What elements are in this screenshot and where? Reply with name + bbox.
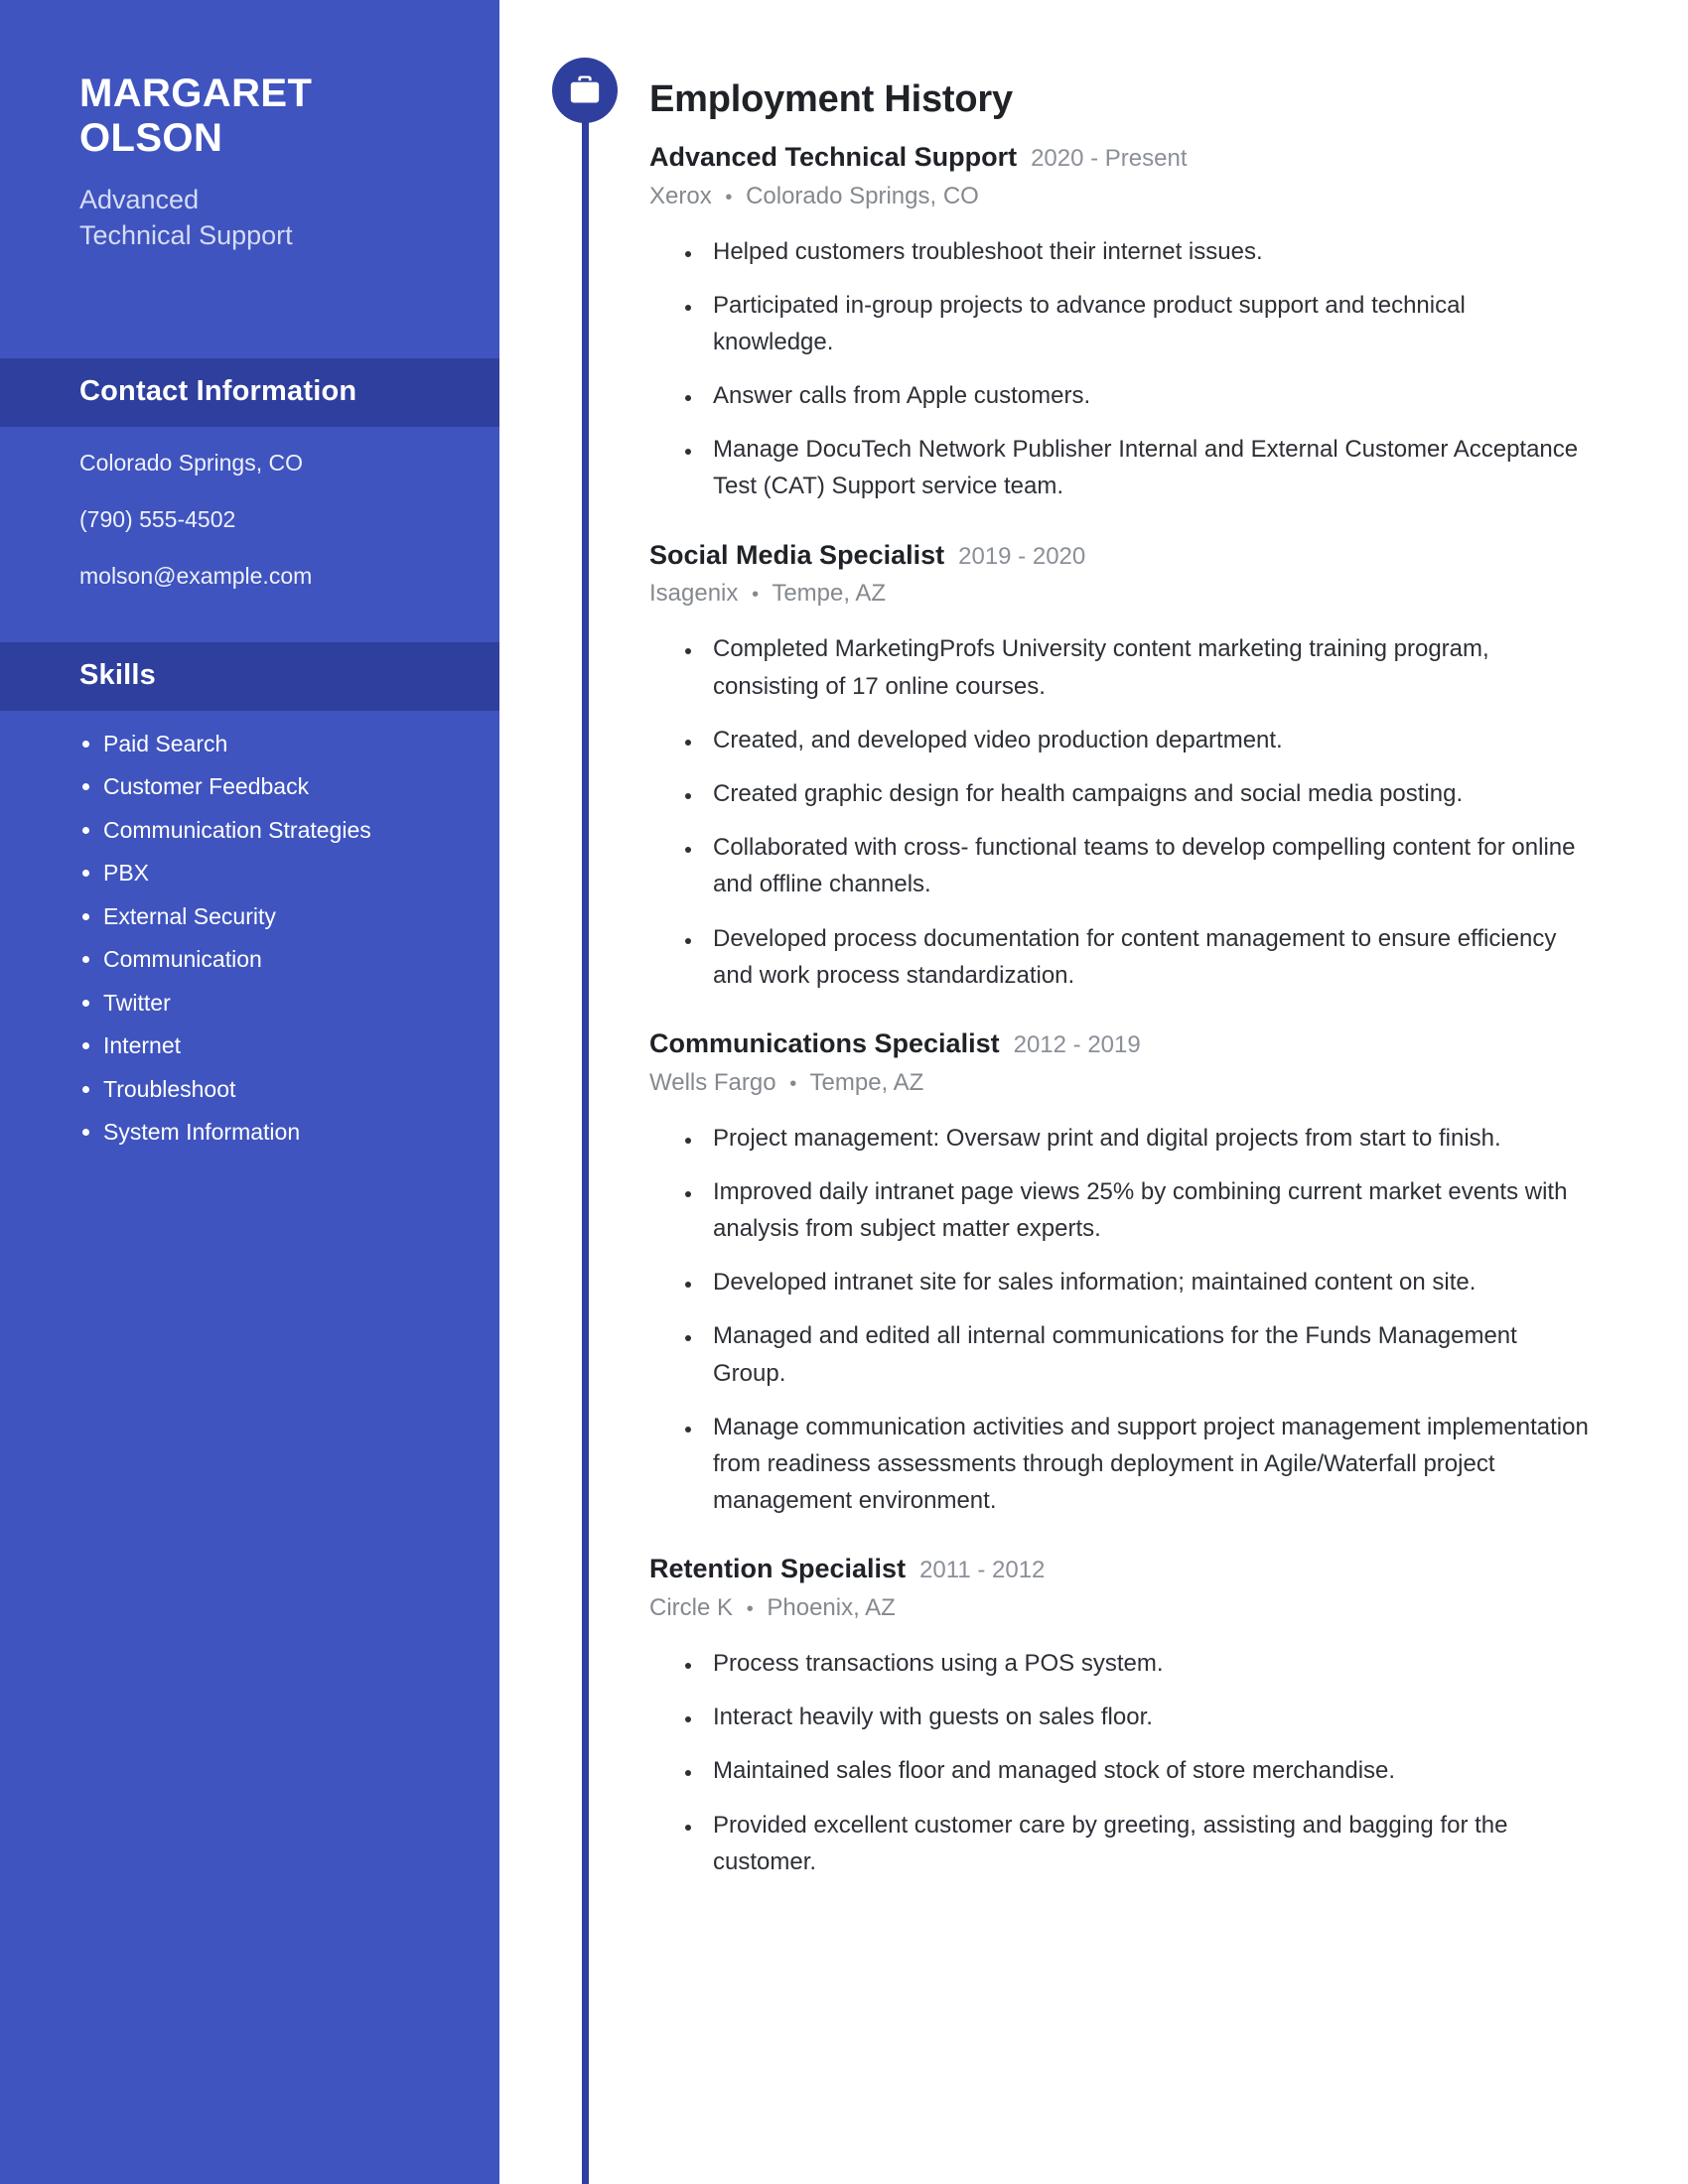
job-bullet: Answer calls from Apple customers. [703, 377, 1589, 414]
job-entry: Communications Specialist 2012 - 2019 We… [649, 1027, 1589, 1519]
separator-dot: • [752, 584, 760, 607]
skill-item: Paid Search [103, 730, 422, 758]
job-bullets: Process transactions using a POS system.… [649, 1645, 1589, 1880]
job-bullet: Created, and developed video production … [703, 722, 1589, 758]
job-entry: Retention Specialist 2011 - 2012 Circle … [649, 1553, 1589, 1880]
job-bullets: Project management: Oversaw print and di… [649, 1120, 1589, 1520]
skill-item: Twitter [103, 989, 422, 1018]
job-company: Xerox [649, 182, 712, 209]
job-dates: 2012 - 2019 [1013, 1030, 1141, 1058]
skills-heading: Skills [79, 659, 156, 691]
skill-item: Communication [103, 945, 422, 974]
job-bullet: Interact heavily with guests on sales fl… [703, 1699, 1589, 1735]
job-bullets: Helped customers troubleshoot their inte… [649, 233, 1589, 505]
job-headline: Advanced Technical Support 2020 - Presen… [649, 141, 1589, 175]
job-location: Tempe, AZ [809, 1068, 924, 1096]
job-bullet: Project management: Oversaw print and di… [703, 1120, 1589, 1157]
job-meta: Isagenix • Tempe, AZ [649, 579, 1589, 609]
job-company: Wells Fargo [649, 1068, 776, 1096]
contact-email: molson@example.com [79, 563, 313, 589]
job-bullet: Manage DocuTech Network Publisher Intern… [703, 431, 1589, 504]
job-meta: Wells Fargo • Tempe, AZ [649, 1068, 1589, 1098]
job-location: Tempe, AZ [772, 580, 887, 608]
job-bullet: Participated in-group projects to advanc… [703, 287, 1589, 360]
job-bullet: Developed process documentation for cont… [703, 920, 1589, 994]
skill-item: Communication Strategies [103, 816, 422, 845]
job-headline: Communications Specialist 2012 - 2019 [649, 1027, 1589, 1061]
job-headline: Retention Specialist 2011 - 2012 [649, 1553, 1589, 1586]
skill-item: Customer Feedback [103, 772, 422, 801]
job-bullet: Developed intranet site for sales inform… [703, 1264, 1589, 1300]
contact-list: Colorado Springs, CO (790) 555-4502 mols… [0, 452, 499, 621]
contact-information-heading: Contact Information [79, 375, 357, 407]
job-bullet: Completed MarketingProfs University cont… [703, 630, 1589, 704]
identity-block: MARGARET OLSON Advanced Technical Suppor… [0, 0, 499, 254]
candidate-role-line1: Advanced [79, 185, 200, 215]
job-bullets: Completed MarketingProfs University cont… [649, 630, 1589, 994]
job-title: Social Media Specialist [649, 539, 945, 570]
job-company: Isagenix [649, 580, 739, 608]
job-bullet: Collaborated with cross- functional team… [703, 829, 1589, 902]
job-entry: Social Media Specialist 2019 - 2020 Isag… [649, 539, 1589, 994]
skills-header: Skills [0, 642, 499, 711]
job-bullet: Helped customers troubleshoot their inte… [703, 233, 1589, 270]
skill-item: External Security [103, 902, 422, 931]
job-bullet: Provided excellent customer care by gree… [703, 1807, 1589, 1880]
job-meta: Circle K • Phoenix, AZ [649, 1593, 1589, 1623]
skill-item: System Information [103, 1118, 422, 1147]
job-meta: Xerox • Colorado Springs, CO [649, 182, 1589, 211]
skill-item: Internet [103, 1031, 422, 1060]
job-bullet: Created graphic design for health campai… [703, 775, 1589, 812]
job-location: Phoenix, AZ [767, 1594, 896, 1622]
skill-item: Troubleshoot [103, 1075, 422, 1104]
job-entry: Advanced Technical Support 2020 - Presen… [649, 141, 1589, 505]
job-title: Communications Specialist [649, 1027, 1000, 1058]
job-title: Advanced Technical Support [649, 141, 1018, 172]
contact-location: Colorado Springs, CO [79, 450, 303, 476]
main-content: Employment History Advanced Technical Su… [649, 0, 1589, 1897]
job-headline: Social Media Specialist 2019 - 2020 [649, 539, 1589, 573]
separator-dot: • [725, 186, 733, 208]
job-bullet: Manage communication activities and supp… [703, 1409, 1589, 1520]
contact-phone: (790) 555-4502 [79, 506, 236, 532]
job-title: Retention Specialist [649, 1554, 907, 1584]
contact-information-header: Contact Information [0, 358, 499, 427]
candidate-role-line2: Technical Support [79, 220, 293, 250]
sidebar: MARGARET OLSON Advanced Technical Suppor… [0, 0, 499, 2184]
separator-dot: • [746, 1598, 754, 1621]
job-bullet: Managed and edited all internal communic… [703, 1317, 1589, 1391]
timeline-line [582, 119, 589, 2184]
separator-dot: • [789, 1072, 797, 1095]
job-bullet: Maintained sales floor and managed stock… [703, 1752, 1589, 1789]
candidate-name-line1: MARGARET [79, 71, 313, 115]
job-dates: 2020 - Present [1031, 144, 1188, 172]
briefcase-icon [552, 58, 618, 123]
job-company: Circle K [649, 1594, 734, 1622]
job-dates: 2011 - 2012 [919, 1557, 1046, 1584]
job-bullet: Improved daily intranet page views 25% b… [703, 1173, 1589, 1247]
page-title: Employment History [649, 78, 1013, 120]
job-bullet: Process transactions using a POS system. [703, 1645, 1589, 1682]
candidate-role: Advanced Technical Support [79, 183, 420, 253]
candidate-name-line2: OLSON [79, 116, 223, 161]
skill-item: PBX [103, 859, 422, 887]
job-dates: 2019 - 2020 [958, 542, 1086, 570]
skills-list: Paid Search Customer Feedback Communicat… [0, 730, 499, 1160]
job-location: Colorado Springs, CO [746, 182, 979, 209]
resume-page: MARGARET OLSON Advanced Technical Suppor… [0, 0, 1688, 2184]
candidate-name: MARGARET OLSON [79, 71, 420, 161]
